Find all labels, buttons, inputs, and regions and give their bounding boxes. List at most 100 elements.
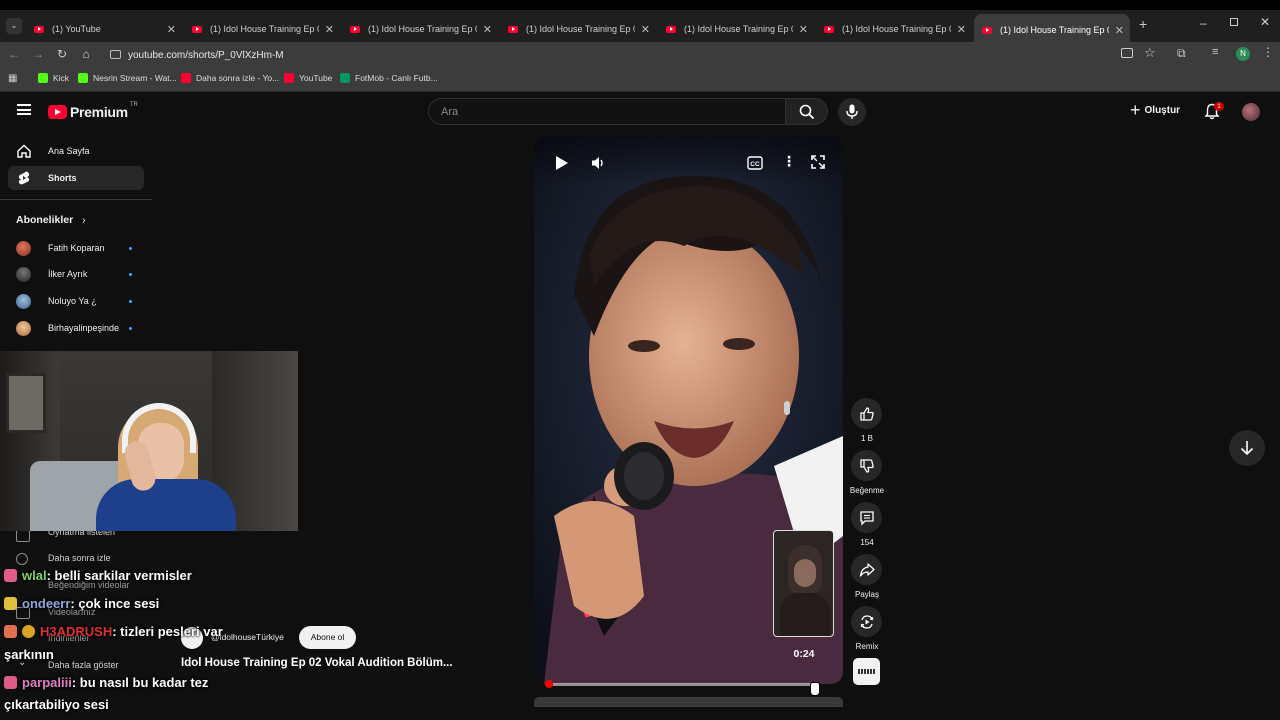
scrub-preview-thumbnail	[773, 530, 834, 637]
player-top-gradient	[534, 136, 843, 186]
chat-badge-icon	[22, 625, 35, 638]
tab-close-icon[interactable]: ✕	[167, 23, 176, 36]
bookmark-label: YouTube	[299, 73, 333, 83]
remix-button[interactable]	[851, 606, 882, 637]
sidebar-subscription-item[interactable]: Birhayalinpeşinde	[16, 318, 144, 338]
account-avatar[interactable]	[1242, 103, 1260, 121]
sidebar-subscription-item[interactable]: Noluyo Ya ¿	[16, 291, 144, 311]
minimize-icon[interactable]: –	[1200, 16, 1207, 30]
youtube-favicon-icon	[982, 26, 992, 34]
next-short-button[interactable]	[1229, 430, 1265, 466]
chat-message: wlal: belli sarkilar vermisler	[4, 568, 192, 583]
dislike-button[interactable]	[851, 450, 882, 481]
tab-close-icon[interactable]: ✕	[483, 23, 492, 36]
tab-search-button[interactable]: ⌄	[6, 18, 22, 34]
sidebar-item-home[interactable]: Ana Sayfa	[8, 139, 144, 163]
url-field[interactable]: youtube.com/shorts/P_0VlXzHm-M	[104, 44, 1104, 66]
tab-close-icon[interactable]: ✕	[641, 23, 650, 36]
comment-icon	[859, 510, 874, 526]
fullscreen-icon[interactable]	[811, 155, 825, 169]
tab-close-icon[interactable]: ✕	[799, 23, 808, 36]
profile-avatar[interactable]: N	[1236, 47, 1250, 61]
voice-search-button[interactable]	[838, 98, 866, 126]
fotmob-icon	[340, 73, 350, 83]
media-control-icon[interactable]: ≡	[1212, 46, 1218, 58]
menu-icon[interactable]: ⋮	[1262, 45, 1274, 59]
bookmark-item[interactable]: FotMob - Canlı Futb...	[340, 73, 438, 83]
channel-name: Noluyo Ya ¿	[48, 296, 97, 306]
tab-title: (1) YouTube	[52, 24, 101, 34]
comments-button[interactable]	[851, 502, 882, 533]
subscriptions-heading-label: Abonelikler	[16, 214, 74, 226]
create-button[interactable]: + Oluştur	[1130, 101, 1180, 119]
maximize-icon[interactable]	[1230, 18, 1238, 26]
search-button[interactable]	[786, 98, 828, 125]
volume-icon[interactable]	[590, 155, 606, 171]
close-window-icon[interactable]: ✕	[1260, 15, 1270, 29]
share-button[interactable]	[851, 554, 882, 585]
youtube-favicon-icon	[824, 25, 834, 33]
video-progress-bar[interactable]	[548, 683, 814, 686]
extensions-icon[interactable]: ⧉	[1177, 46, 1186, 61]
country-code: TR	[129, 102, 138, 108]
sidebar-item-watch-later[interactable]: Daha sonra izle	[48, 553, 111, 563]
sidebar-item-show-more[interactable]: Daha fazla göster	[48, 660, 119, 670]
sidebar-subscription-item[interactable]: Fatih Koparan	[16, 238, 144, 258]
install-app-icon[interactable]	[1121, 48, 1133, 58]
url-text: youtube.com/shorts/P_0VlXzHm-M	[128, 49, 284, 61]
bookmark-item[interactable]: Kick	[38, 73, 69, 83]
bookmarks-bar: ▦ Kick Nesrin Stream - Wat... Daha sonra…	[0, 68, 1280, 92]
back-icon[interactable]: ←	[6, 47, 22, 61]
progress-scrubber-handle[interactable]	[545, 680, 553, 688]
chat-username: ondeerr	[22, 596, 71, 611]
new-content-dot	[129, 300, 132, 303]
sound-thumbnail-button[interactable]	[853, 658, 880, 685]
site-info-icon[interactable]	[110, 50, 121, 59]
sidebar-item-shorts[interactable]: Shorts	[8, 166, 144, 190]
subscribe-button[interactable]: Abone ol	[299, 626, 356, 649]
channel-name: Fatih Koparan	[48, 243, 105, 253]
sidebar-item-label: Shorts	[48, 173, 77, 183]
tab-close-icon[interactable]: ✕	[1115, 24, 1124, 37]
thumbs-up-icon	[859, 406, 874, 421]
hamburger-menu-icon[interactable]	[17, 104, 31, 115]
subscriptions-heading[interactable]: Abonelikler ›	[16, 214, 86, 226]
browser-tab[interactable]: (1) Idol House Training Ep 02 V ✕	[500, 16, 656, 42]
dislike-label: Beğenme	[849, 486, 885, 495]
browser-tab[interactable]: (1) Idol House Training Ep 02 V ✕	[658, 16, 814, 42]
youtube-icon	[284, 73, 294, 83]
new-tab-icon[interactable]: +	[1139, 16, 1147, 32]
browser-tab[interactable]: (1) Idol House Training Ep 02 V ✕	[816, 16, 972, 42]
forward-icon[interactable]: →	[30, 47, 46, 61]
chat-username: parpaliii	[22, 675, 72, 690]
next-short-peek[interactable]	[534, 697, 843, 707]
bookmark-item[interactable]: YouTube	[284, 73, 332, 83]
apps-grid-icon[interactable]: ▦	[8, 73, 17, 84]
address-bar-row: ← → ↻ ⌂ youtube.com/shorts/P_0VlXzHm-M ☆…	[0, 42, 1280, 68]
captions-icon[interactable]: CC	[747, 156, 763, 170]
new-content-dot	[129, 327, 132, 330]
more-options-icon[interactable]: ⋮	[782, 153, 796, 170]
chat-message: H3ADRUSH: tizleri pesleri var	[4, 624, 223, 639]
like-button[interactable]	[851, 398, 882, 429]
browser-tab[interactable]: (1) Idol House Training Ep 02 V ✕	[184, 16, 340, 42]
play-icon[interactable]	[555, 155, 569, 171]
youtube-premium-logo[interactable]: Premium TR	[48, 102, 138, 120]
tab-close-icon[interactable]: ✕	[957, 23, 966, 36]
chat-text: çıkartabiliyo sesi	[4, 697, 109, 712]
home-icon[interactable]: ⌂	[78, 47, 94, 61]
search-input[interactable]: Ara	[428, 98, 786, 125]
browser-tab[interactable]: (1) YouTube ✕	[26, 16, 182, 42]
browser-tab[interactable]: (1) Idol House Training Ep 02 V ✕	[342, 16, 498, 42]
bookmark-item[interactable]: Nesrin Stream - Wat...	[78, 73, 177, 83]
bookmark-item[interactable]: Daha sonra izle - Yo...	[181, 73, 279, 83]
notification-count-badge: 1	[1214, 102, 1224, 111]
sidebar-subscription-item[interactable]: İlker Ayrık	[16, 264, 144, 284]
reload-icon[interactable]: ↻	[54, 47, 70, 61]
video-title[interactable]: Idol House Training Ep 02 Vokal Audition…	[181, 657, 453, 669]
bookmark-label: Kick	[53, 73, 70, 83]
bookmark-star-icon[interactable]: ☆	[1144, 45, 1156, 61]
channel-avatar	[16, 293, 31, 309]
tab-title: (1) Idol House Training Ep 02 V	[1000, 25, 1109, 35]
tab-close-icon[interactable]: ✕	[325, 23, 334, 36]
